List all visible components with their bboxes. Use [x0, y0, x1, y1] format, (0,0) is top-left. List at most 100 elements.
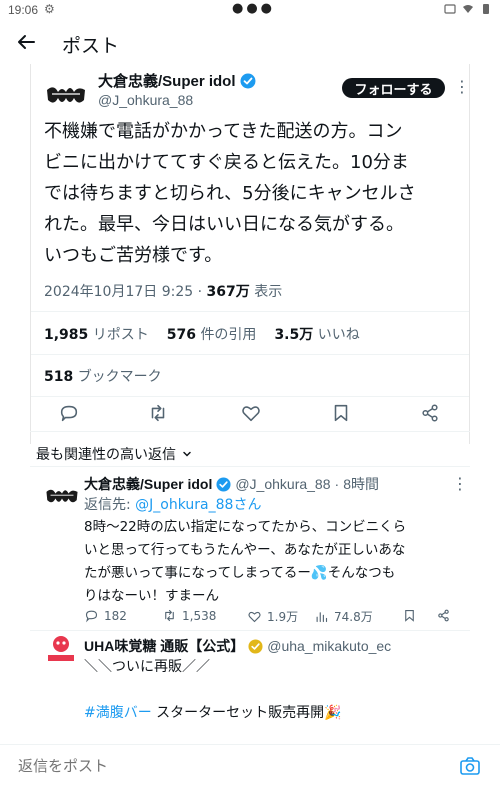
reposts-stat[interactable]: 1,985 リポスト: [44, 324, 149, 344]
likes-label: いいね: [317, 327, 360, 343]
page-title: ポスト: [62, 35, 120, 57]
hashtag-link[interactable]: #満腹バー: [84, 705, 152, 721]
reply2-author-avatar[interactable]: [44, 632, 78, 666]
tweet-text: 不機嫌で電話がかかってきた配送の方。コン ビニに出かけててすぐ戻ると伝えた。10…: [44, 116, 454, 271]
like-icon[interactable]: [240, 402, 262, 424]
top-app-bar: ポスト: [0, 20, 500, 64]
battery-icon: [483, 4, 489, 14]
wifi-icon: [463, 5, 473, 13]
reposts-label: リポスト: [92, 327, 149, 343]
reply2-author-name[interactable]: UHA味覚糖 通販【公式】: [84, 636, 244, 656]
reply-text-line: たが悪いって事になってしまってるー💦そんなつも: [84, 565, 396, 581]
divider: [30, 431, 470, 432]
reply2-author-handle[interactable]: @uha_mikakuto_ec: [267, 638, 391, 654]
tweet-text-line: ビニに出かけててすぐ戻ると伝えた。10分ま: [44, 152, 409, 173]
author-name: 大倉忠義/Super idol: [98, 73, 236, 90]
tweet-datetime[interactable]: 2024年10月17日 9:25: [44, 284, 193, 300]
reply-replies-count: 182: [104, 608, 127, 623]
divider: [31, 396, 469, 397]
reply2-text-rest: スターターセット販売再開🎉: [151, 705, 342, 721]
reply-header: 大倉忠義/Super idol @J_ohkura_88 · 8時間: [84, 474, 379, 494]
tweet-text-line: れた。最早、今日はいい日になる気がする。: [44, 214, 404, 235]
chevron-down-icon: [183, 451, 191, 457]
reply-icon[interactable]: [58, 402, 80, 424]
follow-button[interactable]: フォローする: [342, 78, 445, 98]
reply-to-line: 返信先: @J_ohkura_88さん: [84, 494, 261, 514]
reply2-header: UHA味覚糖 通販【公式】 @uha_mikakuto_ec: [84, 636, 391, 656]
bookmarks-stat[interactable]: 518 ブックマーク: [44, 366, 162, 386]
tweet-action-bar: [30, 398, 470, 428]
settings-status-icon: ⚙: [44, 2, 55, 16]
quotes-stat[interactable]: 576 件の引用: [167, 324, 257, 344]
divider: [30, 630, 470, 631]
likes-stat[interactable]: 3.5万 いいね: [274, 324, 359, 344]
bookmark-icon[interactable]: [402, 608, 417, 623]
reply-time[interactable]: 8時間: [343, 474, 379, 494]
verified-badge-icon: [240, 73, 256, 88]
camera-icon[interactable]: [460, 757, 480, 775]
divider: [31, 354, 469, 355]
more-options-icon[interactable]: ⋮: [454, 77, 471, 96]
reply-likes-count: 1.9万: [267, 610, 299, 624]
divider: [31, 311, 469, 312]
tweet-text-line: いつもご苦労様です。: [44, 245, 223, 266]
bookmarks-count: 518: [44, 369, 74, 385]
reply-text-line: 8時〜22時の広い指定になってたから、コンビニくら: [84, 519, 407, 535]
cast-icon: [444, 4, 456, 14]
view-label: 表示: [254, 284, 283, 300]
reply-text-line: いと思って行ってもうたんやー、あなたが正しいあな: [84, 542, 406, 558]
reply-reposts-count: 1,538: [182, 608, 217, 623]
reply-replies-action[interactable]: 182: [84, 608, 127, 623]
reply2-text-line: #満腹バー スターターセット販売再開🎉: [84, 702, 342, 722]
reply-text-line: りはなーい！すまーん: [84, 588, 219, 604]
uha-logo-icon: [44, 632, 78, 666]
status-time: 19:06: [8, 3, 39, 17]
divider: [30, 466, 470, 467]
likes-count: 3.5万: [274, 327, 314, 343]
author-avatar[interactable]: [44, 78, 88, 112]
more-options-icon[interactable]: ⋮: [452, 474, 469, 493]
gold-verified-badge-icon: [248, 638, 263, 654]
reply-like-action[interactable]: 1.9万: [247, 608, 298, 625]
share-icon[interactable]: [419, 402, 441, 424]
avatar-logo-icon: [44, 78, 88, 112]
quotes-label: 件の引用: [200, 327, 257, 343]
status-bar: 19:06 ⚙ ●●●: [0, 0, 500, 20]
reply2-text-line: ＼＼ついに再販／／: [84, 659, 210, 675]
tweet-text-line: では待ちますと切られ、5分後にキャンセルさ: [44, 183, 416, 204]
reply-views-action[interactable]: 74.8万: [314, 608, 373, 625]
avatar-logo-icon: [44, 482, 80, 510]
reply-author-avatar[interactable]: [44, 482, 80, 510]
reply-input[interactable]: [18, 757, 438, 775]
reply-to-handle[interactable]: @J_ohkura_88さん: [135, 497, 261, 513]
views-chart-icon: [316, 612, 328, 623]
bookmarks-label: ブックマーク: [77, 369, 162, 385]
share-icon[interactable]: [436, 608, 451, 623]
reply-views-count: 74.8万: [334, 610, 373, 624]
status-icons: [444, 3, 492, 15]
reply-to-label: 返信先:: [84, 497, 131, 513]
like-icon: [248, 611, 261, 623]
verified-badge-icon: [216, 476, 231, 492]
engagement-stats: 1,985 リポスト 576 件の引用 3.5万 いいね: [44, 324, 360, 344]
reply-action-bar: 182 1,538 1.9万 74.8万: [82, 607, 472, 627]
meta-separator: ·: [334, 476, 340, 492]
author-handle[interactable]: @J_ohkura_88: [98, 92, 193, 108]
back-arrow-icon[interactable]: [14, 30, 38, 54]
reply-author-name[interactable]: 大倉忠義/Super idol: [84, 474, 212, 494]
repost-icon[interactable]: [147, 402, 169, 424]
replies-sort-dropdown[interactable]: 最も関連性の高い返信: [36, 444, 192, 464]
meta-separator: ·: [197, 284, 207, 300]
bookmark-icon[interactable]: [330, 402, 352, 424]
reply-composer-bar: [0, 744, 500, 786]
reply-repost-action[interactable]: 1,538: [162, 608, 216, 623]
view-count: 367万: [206, 284, 250, 300]
quotes-count: 576: [166, 327, 196, 343]
author-name-row[interactable]: 大倉忠義/Super idol: [98, 70, 256, 91]
reply-text: 8時〜22時の広い指定になってたから、コンビニくら いと思って行ってもうたんやー…: [84, 516, 469, 608]
tweet-meta: 2024年10月17日 9:25 · 367万 表示: [44, 281, 282, 301]
reply-author-handle[interactable]: @J_ohkura_88: [235, 476, 330, 492]
reply-icon: [85, 610, 98, 623]
repost-icon: [165, 609, 174, 622]
reposts-count: 1,985: [44, 327, 89, 343]
